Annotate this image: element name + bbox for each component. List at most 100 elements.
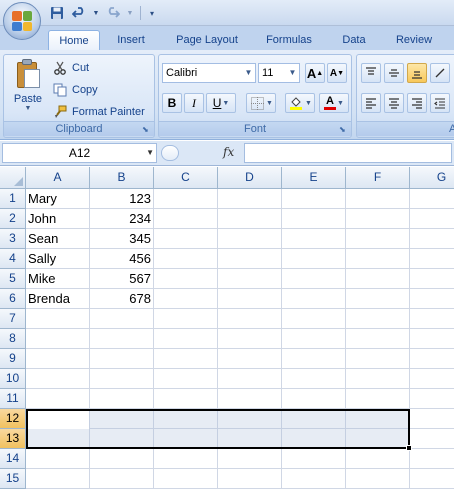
cell-g10[interactable]: [410, 369, 454, 389]
row-header-2[interactable]: 2: [0, 209, 26, 229]
cell-a14[interactable]: [26, 449, 90, 469]
orientation-button[interactable]: [430, 63, 450, 83]
cell-b5[interactable]: 567: [90, 269, 154, 289]
name-box[interactable]: A12 ▼: [2, 143, 157, 163]
cell-a3[interactable]: Sean: [26, 229, 90, 249]
cell-b1[interactable]: 123: [90, 189, 154, 209]
cell-c11[interactable]: [154, 389, 218, 409]
cell-c1[interactable]: [154, 189, 218, 209]
cell-c2[interactable]: [154, 209, 218, 229]
tab-data[interactable]: Data: [334, 30, 374, 50]
font-launcher-icon[interactable]: ⬊: [339, 125, 348, 134]
cell-f4[interactable]: [346, 249, 410, 269]
cell-f2[interactable]: [346, 209, 410, 229]
borders-button[interactable]: ▼: [246, 93, 276, 113]
cell-e5[interactable]: [282, 269, 346, 289]
cell-f7[interactable]: [346, 309, 410, 329]
cell-f15[interactable]: [346, 469, 410, 489]
font-size-combo[interactable]: 11 ▼: [258, 63, 300, 83]
cell-e1[interactable]: [282, 189, 346, 209]
cell-e2[interactable]: [282, 209, 346, 229]
cell-g3[interactable]: [410, 229, 454, 249]
cell-a6[interactable]: Brenda: [26, 289, 90, 309]
cell-d14[interactable]: [218, 449, 282, 469]
tab-review[interactable]: Review: [388, 30, 440, 50]
cell-g9[interactable]: [410, 349, 454, 369]
column-header-e[interactable]: E: [282, 167, 346, 189]
row-header-1[interactable]: 1: [0, 189, 26, 209]
cell-d10[interactable]: [218, 369, 282, 389]
row-header-12[interactable]: 12: [0, 409, 26, 429]
column-header-a[interactable]: A: [26, 167, 90, 189]
cell-g2[interactable]: [410, 209, 454, 229]
row-header-4[interactable]: 4: [0, 249, 26, 269]
worksheet-grid[interactable]: A B C D E F G 1 Mary 123 2 John 234 3 Sean 345 4 S…: [0, 167, 454, 504]
align-top-button[interactable]: [361, 63, 381, 83]
cell-a7[interactable]: [26, 309, 90, 329]
cell-a15[interactable]: [26, 469, 90, 489]
cell-g14[interactable]: [410, 449, 454, 469]
cell-a5[interactable]: Mike: [26, 269, 90, 289]
underline-button[interactable]: U ▼: [206, 93, 236, 113]
cell-f9[interactable]: [346, 349, 410, 369]
align-bottom-button[interactable]: [407, 63, 427, 83]
undo-dropdown-icon[interactable]: ▼: [92, 5, 100, 21]
chevron-down-icon[interactable]: ▼: [242, 64, 255, 82]
align-center-button[interactable]: [384, 93, 404, 113]
cell-c9[interactable]: [154, 349, 218, 369]
tab-formulas[interactable]: Formulas: [258, 30, 320, 50]
cell-e9[interactable]: [282, 349, 346, 369]
redo-dropdown-icon[interactable]: ▼: [126, 5, 134, 21]
italic-button[interactable]: I: [184, 93, 204, 113]
cell-a8[interactable]: [26, 329, 90, 349]
row-header-3[interactable]: 3: [0, 229, 26, 249]
cell-b3[interactable]: 345: [90, 229, 154, 249]
fill-color-button[interactable]: ▼: [285, 93, 315, 113]
row-header-13[interactable]: 13: [0, 429, 26, 449]
cell-b15[interactable]: [90, 469, 154, 489]
cell-g6[interactable]: [410, 289, 454, 309]
chevron-down-icon[interactable]: ▼: [146, 144, 154, 162]
font-color-button[interactable]: A ▼: [319, 93, 349, 113]
cell-e11[interactable]: [282, 389, 346, 409]
customize-icon[interactable]: ▾: [147, 5, 157, 21]
row-header-14[interactable]: 14: [0, 449, 26, 469]
tab-insert[interactable]: Insert: [108, 30, 154, 50]
cell-f5[interactable]: [346, 269, 410, 289]
cell-d8[interactable]: [218, 329, 282, 349]
undo-icon[interactable]: [70, 5, 88, 21]
cell-f14[interactable]: [346, 449, 410, 469]
cell-e15[interactable]: [282, 469, 346, 489]
row-header-7[interactable]: 7: [0, 309, 26, 329]
cell-g1[interactable]: [410, 189, 454, 209]
cell-a10[interactable]: [26, 369, 90, 389]
cell-b6[interactable]: 678: [90, 289, 154, 309]
cell-e10[interactable]: [282, 369, 346, 389]
select-all-button[interactable]: [0, 167, 26, 189]
font-family-combo[interactable]: Calibri ▼: [162, 63, 256, 83]
formula-input[interactable]: [244, 143, 452, 163]
cell-g11[interactable]: [410, 389, 454, 409]
cell-d1[interactable]: [218, 189, 282, 209]
save-icon[interactable]: [48, 5, 66, 21]
cell-b14[interactable]: [90, 449, 154, 469]
shrink-font-button[interactable]: A ▼: [327, 63, 347, 83]
cell-e3[interactable]: [282, 229, 346, 249]
cell-f11[interactable]: [346, 389, 410, 409]
cell-a4[interactable]: Sally: [26, 249, 90, 269]
office-button[interactable]: [3, 2, 41, 40]
align-middle-button[interactable]: [384, 63, 404, 83]
cell-f10[interactable]: [346, 369, 410, 389]
cell-g4[interactable]: [410, 249, 454, 269]
cell-e6[interactable]: [282, 289, 346, 309]
row-header-6[interactable]: 6: [0, 289, 26, 309]
cell-a11[interactable]: [26, 389, 90, 409]
cell-g8[interactable]: [410, 329, 454, 349]
cell-b2[interactable]: 234: [90, 209, 154, 229]
cell-a9[interactable]: [26, 349, 90, 369]
cell-f8[interactable]: [346, 329, 410, 349]
cell-e7[interactable]: [282, 309, 346, 329]
paste-dropdown-icon[interactable]: ▼: [10, 105, 46, 112]
align-right-button[interactable]: [407, 93, 427, 113]
column-header-f[interactable]: F: [346, 167, 410, 189]
